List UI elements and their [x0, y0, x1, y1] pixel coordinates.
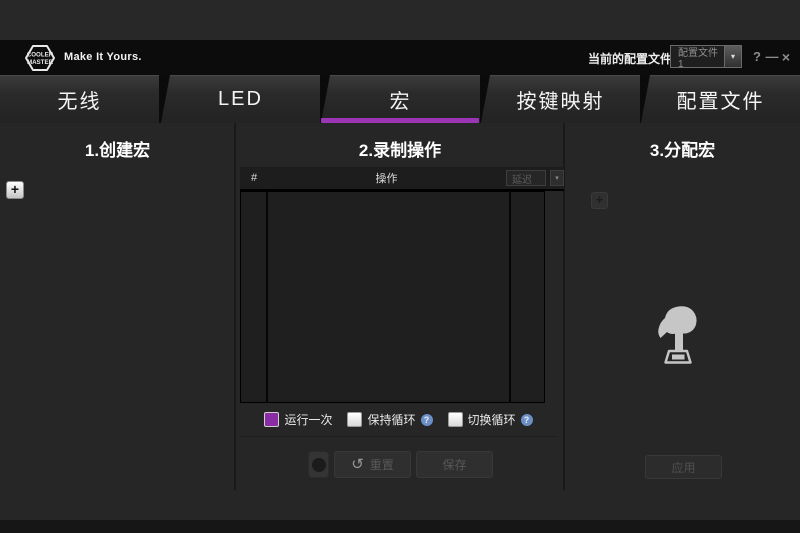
macro-page: 1.创建宏 2.录制操作 3.分配宏 + # 操作 延迟 ▾ 运行一次 保持循环… [0, 123, 800, 533]
cooler-master-logo: COOLER MASTER [24, 44, 56, 72]
close-button[interactable]: × [779, 49, 793, 65]
tab-profile[interactable]: 配置文件 [641, 75, 800, 123]
toggle-loop-checkbox[interactable] [448, 412, 463, 427]
tab-wireless[interactable]: 无线 [0, 75, 159, 123]
macro-table-header: # 操作 延迟 ▾ [240, 167, 564, 191]
panel-divider-left [234, 123, 236, 490]
logo-text-top: COOLER [27, 52, 54, 59]
tab-wireless-label: 无线 [58, 85, 102, 114]
tab-bar: 无线 LED 宏 按键映射 配置文件 [0, 75, 800, 123]
macro-steps-table [240, 191, 545, 403]
window-titlebar [0, 0, 800, 40]
hold-loop-checkbox[interactable] [347, 412, 362, 427]
record-icon [312, 458, 326, 472]
profile-dropdown-value: 配置文件 1 [671, 46, 724, 67]
help-icon[interactable]: ? [521, 414, 533, 426]
delay-column-dropdown[interactable]: 延迟 [506, 170, 546, 186]
tab-led[interactable]: LED [161, 75, 320, 123]
help-icon[interactable]: ? [421, 414, 433, 426]
record-actions-title: 2.录制操作 [235, 136, 565, 161]
chevron-down-icon[interactable]: ▾ [724, 46, 741, 67]
tab-keymap-label: 按键映射 [517, 85, 605, 114]
reset-button-label: 重置 [370, 456, 394, 473]
save-button-label: 保存 [442, 456, 466, 473]
run-once-checkbox[interactable] [264, 412, 279, 427]
run-once-option: 运行一次 [264, 411, 332, 428]
table-column-divider [266, 191, 268, 403]
add-macro-button[interactable]: + [6, 181, 24, 199]
tab-macro-label: 宏 [390, 85, 412, 114]
column-header-action: 操作 [268, 167, 505, 189]
record-button[interactable] [308, 451, 329, 478]
footer-bar [0, 520, 800, 533]
app-window: COOLER MASTER Make It Yours. 当前的配置文件 配置文… [0, 0, 800, 533]
help-button[interactable]: ? [750, 49, 764, 64]
reset-button[interactable]: ↺ 重置 [334, 451, 411, 478]
create-macro-title: 1.创建宏 [0, 136, 235, 161]
logo-text-bottom: MASTER [27, 59, 54, 66]
hold-loop-option: 保持循环 ? [347, 411, 432, 428]
table-column-divider [509, 191, 511, 403]
save-button[interactable]: 保存 [416, 451, 493, 478]
minimize-button[interactable]: — [765, 49, 779, 64]
apply-button[interactable]: 应用 [645, 455, 722, 479]
toggle-loop-label: 切换循环 [468, 411, 516, 428]
hold-loop-label: 保持循环 [367, 411, 415, 428]
delay-dropdown-arrow-icon[interactable]: ▾ [550, 170, 564, 186]
header-bar: COOLER MASTER Make It Yours. 当前的配置文件 配置文… [0, 40, 800, 75]
tab-keymap[interactable]: 按键映射 [481, 75, 640, 123]
record-actions-buttons: ↺ 重置 保存 [308, 451, 493, 478]
add-assignment-button[interactable]: + [591, 192, 608, 209]
reset-undo-icon: ↺ [351, 457, 364, 472]
tab-led-label: LED [218, 88, 263, 111]
run-once-label: 运行一次 [284, 411, 332, 428]
column-header-index: # [240, 167, 268, 189]
hand-pressing-button-icon [654, 302, 702, 366]
tab-profile-label: 配置文件 [677, 85, 765, 114]
toggle-loop-option: 切换循环 ? [448, 411, 533, 428]
macro-run-mode-options: 运行一次 保持循环 ? 切换循环 ? [240, 403, 557, 437]
current-profile-label: 当前的配置文件 [588, 50, 672, 67]
assign-macro-title: 3.分配宏 [565, 136, 800, 161]
tab-macro[interactable]: 宏 [321, 75, 480, 123]
brand-tagline: Make It Yours. [64, 51, 142, 63]
profile-dropdown[interactable]: 配置文件 1 ▾ [670, 45, 742, 68]
